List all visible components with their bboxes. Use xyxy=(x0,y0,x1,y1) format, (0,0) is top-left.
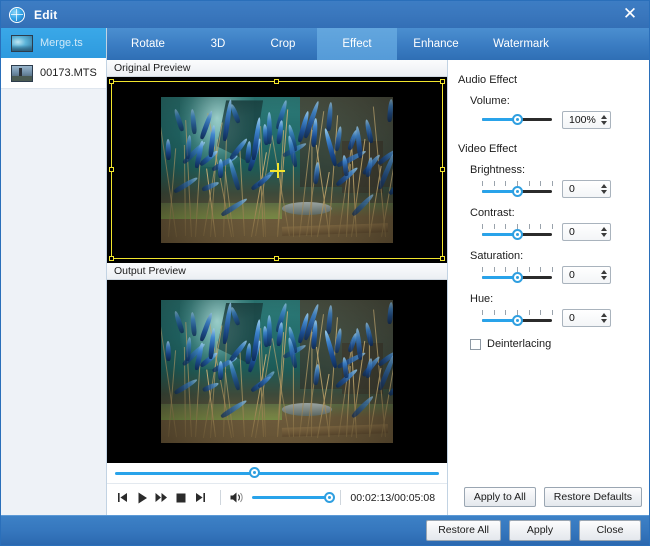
window-title: Edit xyxy=(34,8,57,22)
contrast-value: 0 xyxy=(563,226,597,238)
volume-slider-handle[interactable] xyxy=(512,114,523,125)
panel-action-buttons: Apply to All Restore Defaults xyxy=(448,487,650,507)
tab-crop[interactable]: Crop xyxy=(249,28,317,60)
preview-column: Original Preview xyxy=(107,60,448,517)
contrast-label: Contrast: xyxy=(470,207,650,219)
saturation-control-row: 0 xyxy=(482,266,650,284)
saturation-stepper-arrows[interactable] xyxy=(597,267,610,283)
restore-defaults-button[interactable]: Restore Defaults xyxy=(544,487,642,507)
audio-effect-group-title: Audio Effect xyxy=(458,74,650,86)
volume-control-row: 100% xyxy=(482,111,650,129)
crop-handle-bottom-left[interactable] xyxy=(109,256,114,261)
video-frame-original xyxy=(161,97,392,242)
seek-bar-row xyxy=(107,463,447,484)
brightness-stepper-arrows[interactable] xyxy=(597,181,610,197)
player-volume-slider[interactable] xyxy=(252,496,331,499)
deinterlacing-label: Deinterlacing xyxy=(487,338,551,350)
crop-handle-top-right[interactable] xyxy=(440,79,445,84)
saturation-value: 0 xyxy=(563,269,597,281)
crop-handle-middle-left[interactable] xyxy=(109,167,114,172)
hue-label: Hue: xyxy=(470,293,650,305)
volume-value: 100% xyxy=(563,114,597,126)
previous-icon[interactable] xyxy=(113,487,133,508)
saturation-slider-handle[interactable] xyxy=(512,272,523,283)
tab-effect[interactable]: Effect xyxy=(317,28,397,60)
tab-watermark[interactable]: Watermark xyxy=(475,28,567,60)
volume-slider[interactable] xyxy=(482,112,552,128)
seek-slider-handle[interactable] xyxy=(249,467,260,478)
tab-rotate[interactable]: Rotate xyxy=(109,28,187,60)
deinterlacing-checkbox-row[interactable]: Deinterlacing xyxy=(470,338,650,350)
transport-divider xyxy=(220,490,221,505)
fast-forward-icon[interactable] xyxy=(152,487,172,508)
transport-controls: 00:02:13/00:05:08 xyxy=(107,484,447,511)
original-preview-stage[interactable] xyxy=(107,77,447,263)
volume-label: Volume: xyxy=(470,95,650,107)
brightness-value: 0 xyxy=(563,183,597,195)
crop-handle-bottom-center[interactable] xyxy=(274,256,279,261)
hue-slider-handle[interactable] xyxy=(512,315,523,326)
file-item-00173[interactable]: 00173.MTS xyxy=(1,58,106,88)
close-button[interactable]: Close xyxy=(579,520,641,541)
hue-spinner[interactable]: 0 xyxy=(562,309,611,327)
edit-dialog: Edit ✕ Rotate 3D Crop Effect Enhance Wat… xyxy=(0,0,650,546)
saturation-slider[interactable] xyxy=(482,267,552,283)
volume-icon[interactable] xyxy=(230,490,246,505)
timecode-display: 00:02:13/00:05:08 xyxy=(350,492,441,504)
video-frame-output xyxy=(161,300,392,443)
next-icon[interactable] xyxy=(191,487,211,508)
file-thumbnail-icon xyxy=(11,35,33,52)
tab-3d[interactable]: 3D xyxy=(187,28,249,60)
hue-control-row: 0 xyxy=(482,309,650,327)
title-bar: Edit ✕ xyxy=(1,1,650,28)
file-item-label: 00173.MTS xyxy=(40,67,97,79)
restore-all-button[interactable]: Restore All xyxy=(426,520,501,541)
timecode-divider xyxy=(340,490,341,505)
brightness-slider[interactable] xyxy=(482,181,552,197)
file-sidebar: Merge.ts 00173.MTS xyxy=(1,28,107,517)
player-volume-handle[interactable] xyxy=(324,492,335,503)
original-preview-header: Original Preview xyxy=(107,60,447,77)
file-thumbnail-icon xyxy=(11,65,33,82)
volume-spinner[interactable]: 100% xyxy=(562,111,611,129)
hue-stepper-arrows[interactable] xyxy=(597,310,610,326)
deinterlacing-checkbox[interactable] xyxy=(470,339,481,350)
crop-handle-bottom-right[interactable] xyxy=(440,256,445,261)
video-effect-group-title: Video Effect xyxy=(458,143,650,155)
apply-button[interactable]: Apply xyxy=(509,520,571,541)
contrast-slider-handle[interactable] xyxy=(512,229,523,240)
brightness-spinner[interactable]: 0 xyxy=(562,180,611,198)
tab-enhance[interactable]: Enhance xyxy=(397,28,475,60)
close-icon[interactable]: ✕ xyxy=(615,4,645,25)
output-preview-header: Output Preview xyxy=(107,263,447,280)
file-list: Merge.ts 00173.MTS xyxy=(1,28,106,89)
play-icon[interactable] xyxy=(133,487,153,508)
effects-panel: Audio Effect Volume: 100% Video Effect B… xyxy=(448,60,650,517)
hue-value: 0 xyxy=(563,312,597,324)
output-preview-stage[interactable] xyxy=(107,280,447,463)
crop-handle-top-left[interactable] xyxy=(109,79,114,84)
globe-icon xyxy=(9,7,25,23)
apply-to-all-button[interactable]: Apply to All xyxy=(464,487,536,507)
contrast-slider[interactable] xyxy=(482,224,552,240)
contrast-spinner[interactable]: 0 xyxy=(562,223,611,241)
brightness-slider-handle[interactable] xyxy=(512,186,523,197)
crop-handle-middle-right[interactable] xyxy=(440,167,445,172)
seek-slider[interactable] xyxy=(115,472,439,475)
dialog-footer: Restore All Apply Close xyxy=(1,515,650,545)
file-item-merge[interactable]: Merge.ts xyxy=(1,28,106,58)
contrast-stepper-arrows[interactable] xyxy=(597,224,610,240)
saturation-label: Saturation: xyxy=(470,250,650,262)
scene-blades xyxy=(161,300,392,443)
saturation-spinner[interactable]: 0 xyxy=(562,266,611,284)
crop-handle-top-center[interactable] xyxy=(274,79,279,84)
contrast-control-row: 0 xyxy=(482,223,650,241)
stop-icon[interactable] xyxy=(172,487,192,508)
brightness-control-row: 0 xyxy=(482,180,650,198)
volume-stepper-arrows[interactable] xyxy=(597,112,610,128)
hue-slider[interactable] xyxy=(482,310,552,326)
brightness-label: Brightness: xyxy=(470,164,650,176)
file-item-label: Merge.ts xyxy=(40,37,83,49)
scene-blades xyxy=(161,97,392,242)
